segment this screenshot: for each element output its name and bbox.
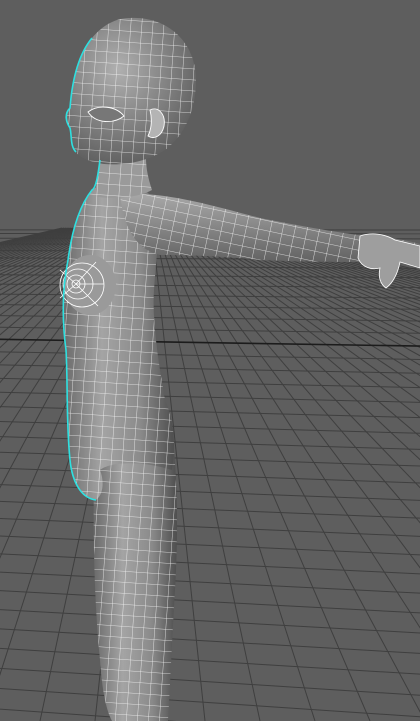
3d-viewport[interactable] — [0, 0, 420, 721]
leg-wireframe — [93, 430, 177, 721]
neck-wireframe — [94, 158, 152, 198]
viewport-canvas[interactable] — [0, 0, 420, 721]
